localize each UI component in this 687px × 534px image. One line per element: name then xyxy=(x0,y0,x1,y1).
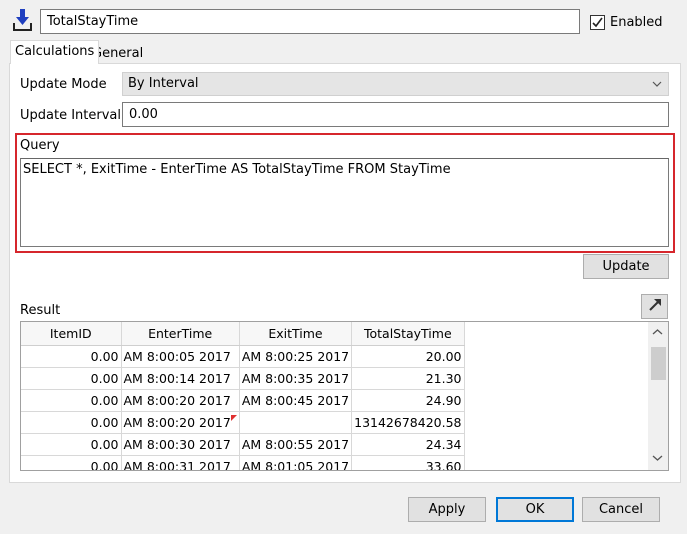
update-interval-input[interactable]: 0.00 xyxy=(122,102,669,127)
scroll-down-icon[interactable] xyxy=(652,454,663,465)
cell-exittime[interactable] xyxy=(239,411,353,434)
table-header-row: ItemID EnterTime ExitTime TotalStayTime xyxy=(21,322,465,346)
cell-exittime[interactable]: 2017 8:01:05 AM xyxy=(239,455,353,470)
result-grid[interactable]: ItemID EnterTime ExitTime TotalStayTime … xyxy=(20,321,669,471)
enabled-label: Enabled xyxy=(610,14,663,30)
cell-totalstaytime[interactable]: 20.00 xyxy=(351,345,465,368)
cell-totalstaytime[interactable]: 33.60 xyxy=(351,455,465,470)
expand-arrow-icon xyxy=(647,297,663,317)
update-mode-label: Update Mode xyxy=(20,77,107,92)
cell-itemid[interactable]: 0.00 xyxy=(21,389,122,412)
cancel-button[interactable]: Cancel xyxy=(582,497,660,522)
table-row[interactable]: 0.00 2017 8:00:30 AM 2017 8:00:55 AM 24.… xyxy=(21,433,465,456)
cell-exittime[interactable]: 2017 8:00:45 AM xyxy=(239,389,353,412)
cell-entertime[interactable]: 2017 8:00:05 AM xyxy=(121,345,240,368)
cell-entertime[interactable]: 2017 8:00:20 AM xyxy=(121,411,240,434)
cell-totalstaytime[interactable]: 24.34 xyxy=(351,433,465,456)
cell-entertime[interactable]: 2017 8:00:20 AM xyxy=(121,389,240,412)
column-header-entertime[interactable]: EnterTime xyxy=(121,322,240,346)
column-header-exittime[interactable]: ExitTime xyxy=(239,322,353,346)
vertical-scrollbar[interactable] xyxy=(648,322,668,470)
query-label: Query xyxy=(20,138,60,153)
cell-exittime[interactable]: 2017 8:00:35 AM xyxy=(239,367,353,390)
cell-exittime[interactable]: 2017 8:00:55 AM xyxy=(239,433,353,456)
query-textarea[interactable]: SELECT *, ExitTime - EnterTime AS TotalS… xyxy=(20,158,669,247)
cell-totalstaytime[interactable]: 13142678420.58 xyxy=(351,411,465,434)
scroll-up-icon[interactable] xyxy=(652,328,663,339)
cell-itemid[interactable]: 0.00 xyxy=(21,411,122,434)
null-value-marker xyxy=(230,414,237,421)
enabled-checkbox[interactable]: Enabled xyxy=(590,12,663,32)
cell-itemid[interactable]: 0.00 xyxy=(21,455,122,470)
apply-button[interactable]: Apply xyxy=(408,497,486,522)
cell-entertime-text: 2017 8:00:20 AM xyxy=(123,414,231,430)
cell-totalstaytime[interactable]: 21.30 xyxy=(351,367,465,390)
download-arrow-icon[interactable] xyxy=(12,8,34,34)
scrollbar-thumb[interactable] xyxy=(651,347,666,380)
table-row[interactable]: 0.00 2017 8:00:20 AM 13142678420.58 xyxy=(21,411,465,434)
column-header-itemid[interactable]: ItemID xyxy=(21,322,122,346)
ok-button[interactable]: OK xyxy=(496,497,574,522)
tab-calculations[interactable]: Calculations xyxy=(10,40,100,64)
column-header-totalstaytime[interactable]: TotalStayTime xyxy=(351,322,465,346)
cell-exittime[interactable]: 2017 8:00:25 AM xyxy=(239,345,353,368)
expand-button[interactable] xyxy=(641,294,668,319)
result-label: Result xyxy=(20,303,61,318)
table-row[interactable]: 0.00 2017 8:00:20 AM 2017 8:00:45 AM 24.… xyxy=(21,389,465,412)
update-button[interactable]: Update xyxy=(583,254,669,279)
checkmark-icon xyxy=(590,14,605,30)
name-field[interactable]: TotalStayTime xyxy=(40,9,580,34)
update-mode-select[interactable]: By Interval xyxy=(122,72,669,96)
update-interval-label: Update Interval xyxy=(20,108,121,123)
cell-totalstaytime[interactable]: 24.90 xyxy=(351,389,465,412)
cell-entertime[interactable]: 2017 8:00:14 AM xyxy=(121,367,240,390)
cell-itemid[interactable]: 0.00 xyxy=(21,345,122,368)
update-mode-value: By Interval xyxy=(128,76,199,91)
cell-entertime[interactable]: 2017 8:00:31 AM xyxy=(121,455,240,470)
table-row[interactable]: 0.00 2017 8:00:05 AM 2017 8:00:25 AM 20.… xyxy=(21,345,465,368)
table-row[interactable]: 0.00 2017 8:00:14 AM 2017 8:00:35 AM 21.… xyxy=(21,367,465,390)
cell-itemid[interactable]: 0.00 xyxy=(21,367,122,390)
cell-itemid[interactable]: 0.00 xyxy=(21,433,122,456)
result-table: ItemID EnterTime ExitTime TotalStayTime … xyxy=(21,322,465,470)
table-row[interactable]: 0.00 2017 8:00:31 AM 2017 8:01:05 AM 33.… xyxy=(21,455,465,470)
chevron-down-icon xyxy=(652,77,662,93)
cell-entertime[interactable]: 2017 8:00:30 AM xyxy=(121,433,240,456)
